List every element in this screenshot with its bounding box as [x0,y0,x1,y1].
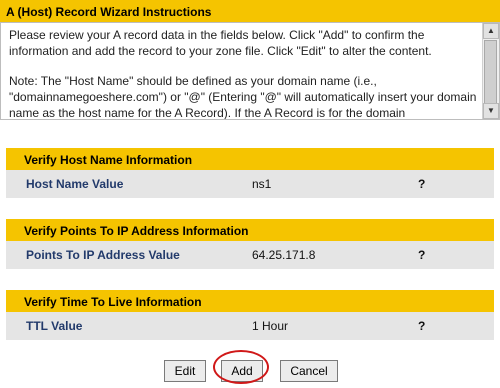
ttl-label: TTL Value [26,319,83,333]
instructions-note: Note: The "Host Name" should be defined … [9,74,477,120]
ttl-row: TTL Value 1 Hour ? [6,312,494,340]
help-icon[interactable]: ? [418,177,425,191]
help-icon[interactable]: ? [418,248,425,262]
scroll-down-icon[interactable]: ▼ [483,103,499,119]
ip-address-value: 64.25.171.8 [252,248,316,262]
scroll-up-icon[interactable]: ▲ [483,23,499,39]
ip-address-row: Points To IP Address Value 64.25.171.8 ? [6,241,494,269]
instructions-paragraph: Please review your A record data in the … [9,28,432,58]
help-icon[interactable]: ? [418,319,425,333]
ip-address-section-title: Verify Points To IP Address Information [6,219,494,241]
edit-button[interactable]: Edit [164,360,206,382]
cancel-button[interactable]: Cancel [280,360,338,382]
ttl-value: 1 Hour [252,319,289,333]
instructions-text: Please review your A record data in the … [9,27,479,120]
instructions-title: A (Host) Record Wizard Instructions [0,0,500,22]
ip-address-label: Points To IP Address Value [26,248,180,262]
host-name-section-title: Verify Host Name Information [6,148,494,170]
add-button-highlight-circle [213,350,269,384]
ttl-section: Verify Time To Live Information TTL Valu… [6,290,494,340]
host-name-label: Host Name Value [26,177,124,191]
instructions-scrollbar[interactable]: ▲ ▼ [482,23,499,119]
ttl-section-title: Verify Time To Live Information [6,290,494,312]
host-name-value: ns1 [252,177,272,191]
ip-address-section: Verify Points To IP Address Information … [6,219,494,269]
instructions-panel[interactable]: Please review your A record data in the … [0,22,500,120]
host-name-row: Host Name Value ns1 ? [6,170,494,198]
scroll-thumb[interactable] [484,40,497,106]
host-name-section: Verify Host Name Information Host Name V… [6,148,494,198]
